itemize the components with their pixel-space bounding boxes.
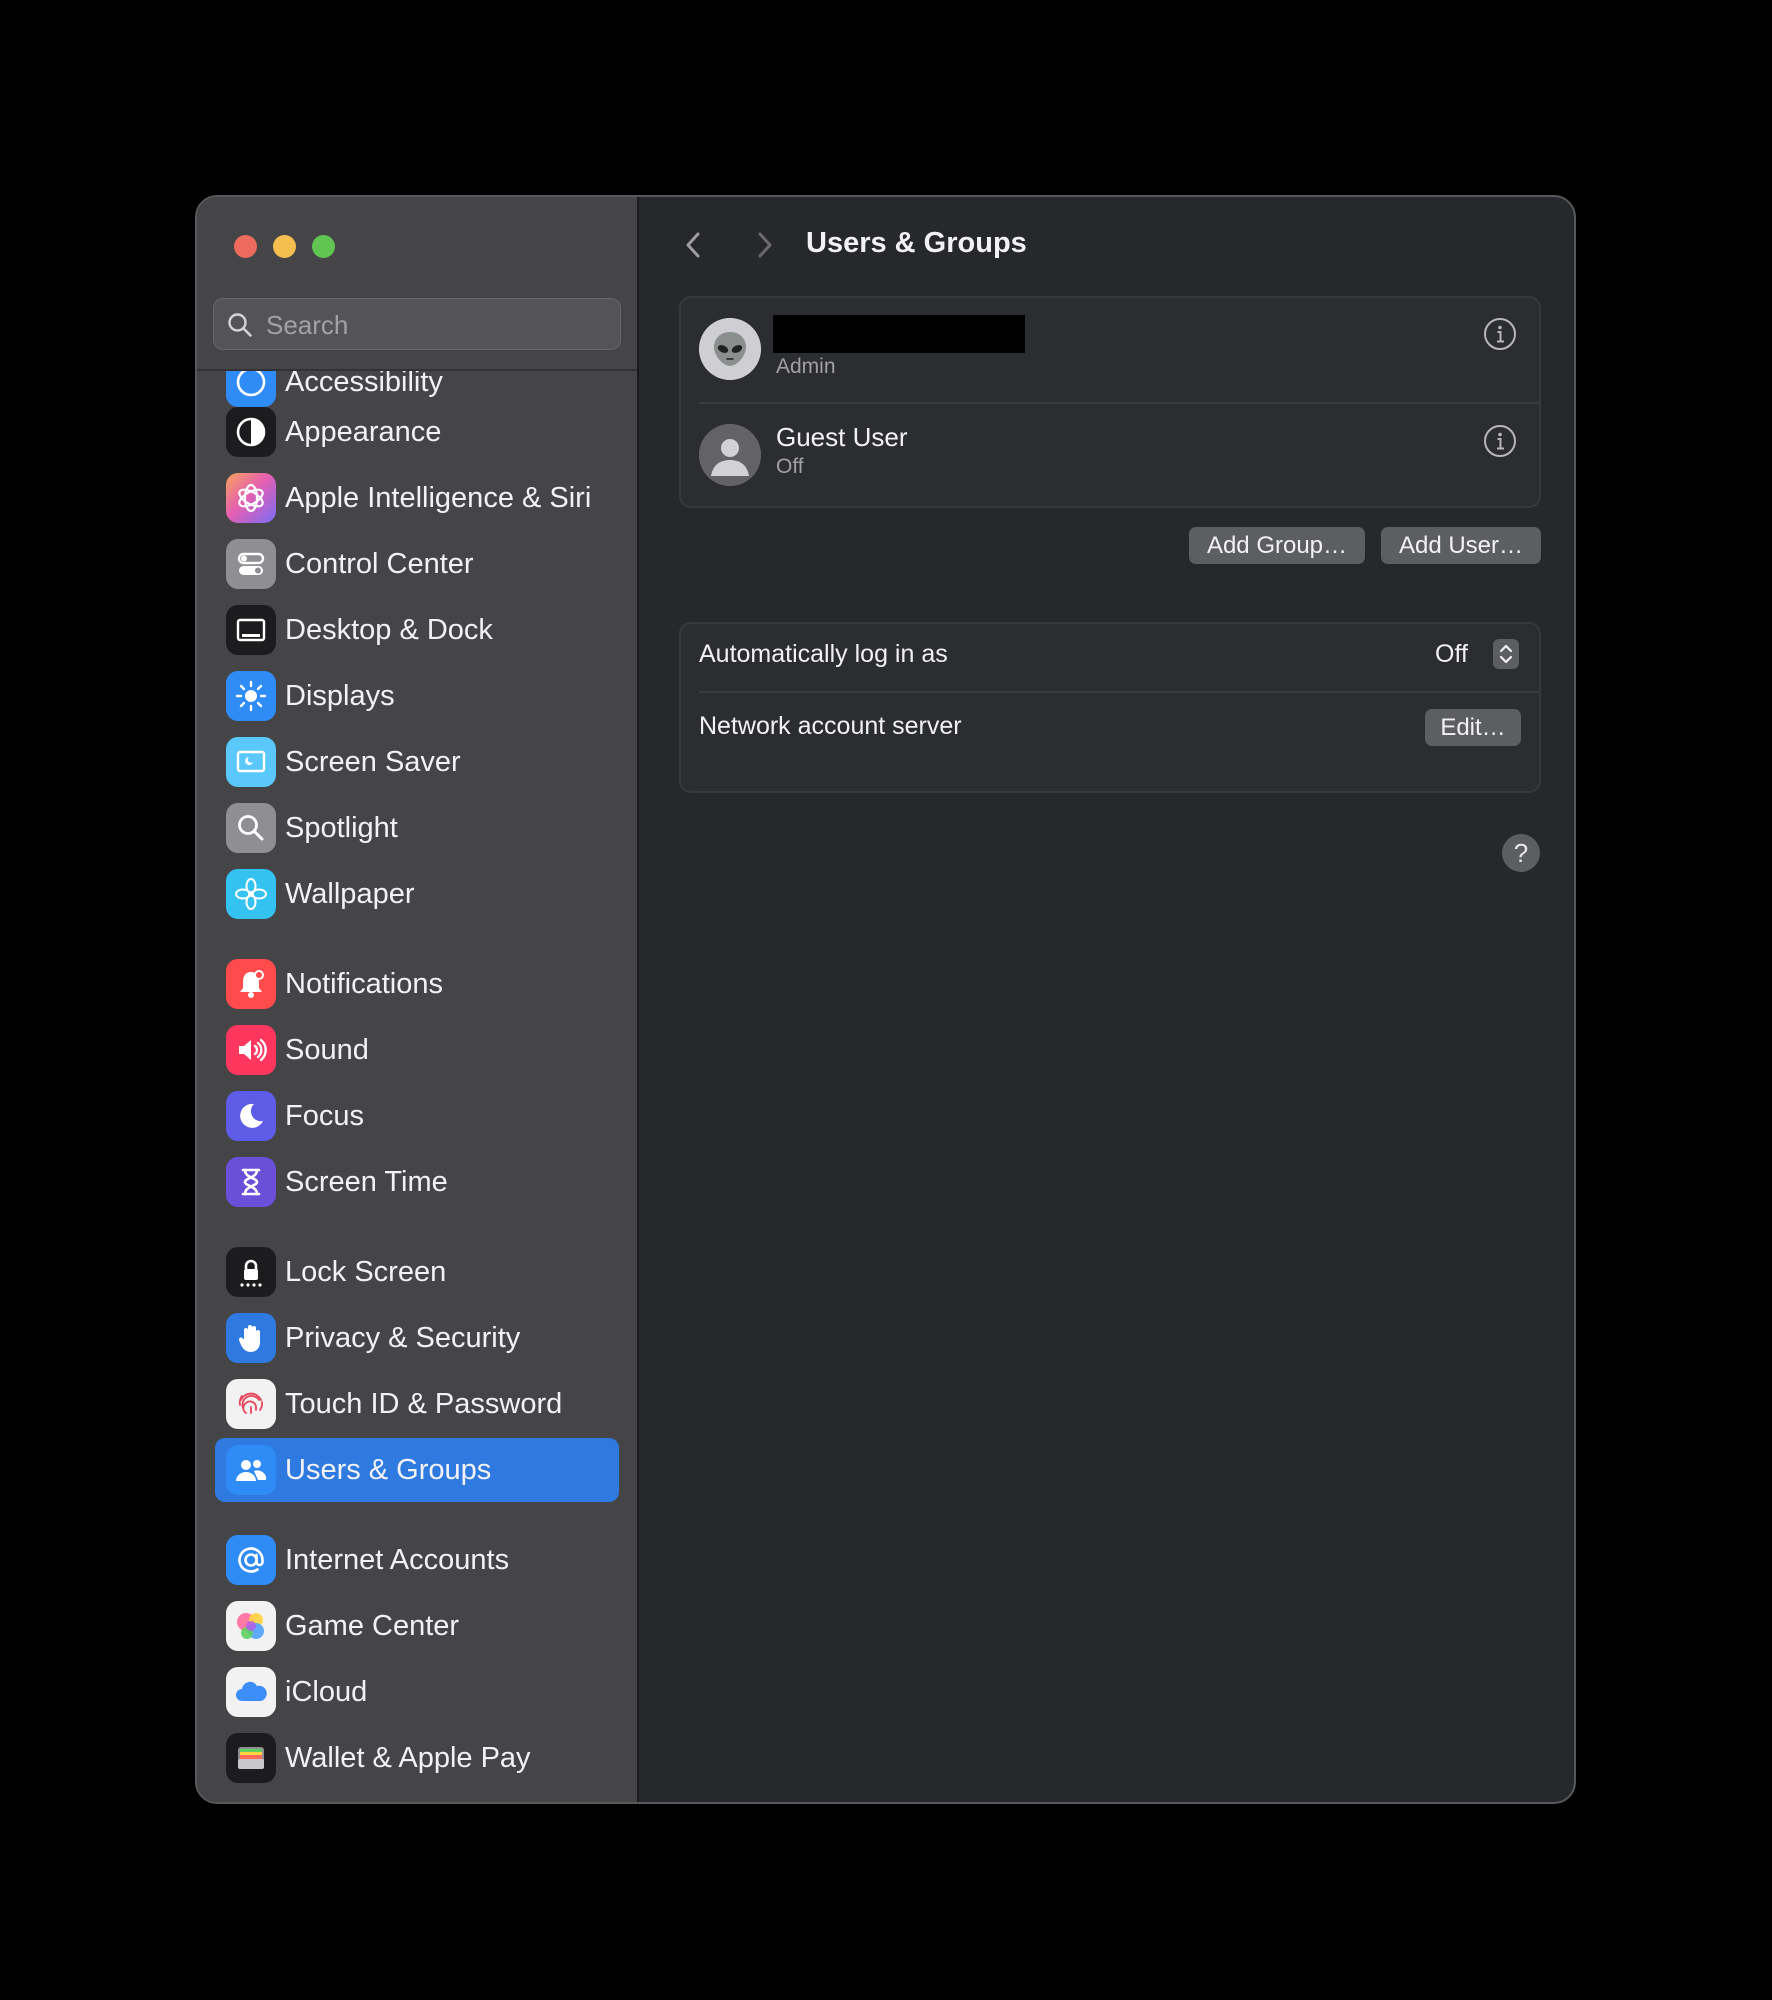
search-input[interactable] (264, 299, 608, 351)
sound-icon (226, 1025, 276, 1075)
sidebar-item-label: Game Center (285, 1610, 460, 1642)
sidebar-item-users-groups[interactable]: Users & Groups (215, 1438, 619, 1502)
sidebar-item-appearance[interactable]: Appearance (215, 400, 619, 464)
users-list: Admin Guest User Off (679, 296, 1541, 508)
sidebar-item-spotlight[interactable]: Spotlight (215, 796, 619, 860)
alien-avatar-icon (699, 318, 761, 380)
generic-user-avatar-icon (699, 424, 761, 486)
sidebar-item-label: Notifications (285, 968, 443, 1000)
sidebar-item-icloud[interactable]: iCloud (215, 1660, 619, 1724)
wallet-icon (226, 1733, 276, 1783)
sidebar-item-label: Focus (285, 1100, 364, 1132)
info-icon[interactable] (1483, 317, 1517, 351)
network-server-label: Network account server (699, 712, 962, 740)
search-icon (228, 313, 252, 337)
zoom-window-button[interactable] (312, 235, 335, 258)
displays-icon (226, 671, 276, 721)
sidebar-item-label: Control Center (285, 548, 474, 580)
add-user-button[interactable]: Add User… (1381, 527, 1541, 564)
redacted-user-name (773, 315, 1025, 353)
auto-login-value: Off (1435, 640, 1468, 668)
sidebar-list: Accessibility Appearance Apple Intellige… (197, 371, 637, 1802)
search-field[interactable] (213, 298, 621, 351)
wallpaper-icon (226, 869, 276, 919)
system-settings-window: Accessibility Appearance Apple Intellige… (195, 195, 1576, 1804)
sidebar-item-displays[interactable]: Displays (215, 664, 619, 728)
login-settings-card: Automatically log in as Off Network acco… (679, 622, 1541, 793)
privacy-hand-icon (226, 1313, 276, 1363)
game-center-icon (226, 1601, 276, 1651)
users-icon (226, 1445, 276, 1495)
user-role: Off (776, 455, 804, 478)
control-center-icon (226, 539, 276, 589)
sidebar-item-label: Screen Time (285, 1166, 448, 1198)
edit-network-server-button[interactable]: Edit… (1425, 709, 1521, 746)
sidebar-item-label: Users & Groups (285, 1454, 492, 1486)
desktop-dock-icon (226, 605, 276, 655)
sidebar-item-label: Appearance (285, 416, 442, 448)
sidebar-item-label: Apple Intelligence & Siri (285, 482, 592, 514)
at-sign-icon (226, 1535, 276, 1585)
user-role: Admin (776, 355, 836, 378)
info-icon[interactable] (1483, 424, 1517, 458)
screen-saver-icon (226, 737, 276, 787)
notifications-icon (226, 959, 276, 1009)
sidebar-item-label: Displays (285, 680, 395, 712)
sidebar-item-label: Internet Accounts (285, 1544, 510, 1576)
main-panel: Users & Groups Admin Guest User Off Add … (639, 197, 1574, 1802)
sidebar-item-touch-id-password[interactable]: Touch ID & Password (215, 1372, 619, 1436)
sidebar-item-screen-time[interactable]: Screen Time (215, 1150, 619, 1214)
focus-icon (226, 1091, 276, 1141)
up-down-stepper-icon (1493, 639, 1519, 669)
sidebar: Accessibility Appearance Apple Intellige… (197, 197, 639, 1802)
lock-screen-icon (226, 1247, 276, 1297)
sidebar-item-label: Lock Screen (285, 1256, 447, 1288)
sidebar-item-apple-intelligence-siri[interactable]: Apple Intelligence & Siri (215, 466, 619, 530)
page-title: Users & Groups (806, 227, 1027, 259)
close-window-button[interactable] (234, 235, 257, 258)
sidebar-item-label: Screen Saver (285, 746, 461, 778)
sidebar-item-label: iCloud (285, 1676, 368, 1708)
user-name: Guest User (776, 422, 908, 452)
help-button[interactable]: ? (1502, 834, 1540, 872)
screen-time-icon (226, 1157, 276, 1207)
sidebar-item-notifications[interactable]: Notifications (215, 952, 619, 1016)
sidebar-item-control-center[interactable]: Control Center (215, 532, 619, 596)
spotlight-icon (226, 803, 276, 853)
sidebar-item-label: Sound (285, 1034, 369, 1066)
apple-intelligence-icon (226, 473, 276, 523)
auto-login-popup[interactable]: Off (1431, 638, 1519, 670)
sidebar-item-desktop-dock[interactable]: Desktop & Dock (215, 598, 619, 662)
user-row-guest[interactable]: Guest User Off (681, 404, 1539, 508)
sidebar-item-screen-saver[interactable]: Screen Saver (215, 730, 619, 794)
sidebar-item-sound[interactable]: Sound (215, 1018, 619, 1082)
back-chevron-icon[interactable] (679, 227, 709, 263)
minimize-window-button[interactable] (273, 235, 296, 258)
sidebar-item-lock-screen[interactable]: Lock Screen (215, 1240, 619, 1304)
sidebar-item-internet-accounts[interactable]: Internet Accounts (215, 1528, 619, 1592)
user-row-admin[interactable]: Admin (681, 298, 1539, 402)
add-group-button[interactable]: Add Group… (1189, 527, 1365, 564)
icloud-icon (226, 1667, 276, 1717)
forward-chevron-icon[interactable] (749, 227, 779, 263)
sidebar-item-privacy-security[interactable]: Privacy & Security (215, 1306, 619, 1370)
sidebar-item-label: Wallet & Apple Pay (285, 1742, 531, 1774)
sidebar-item-wallet-apple-pay[interactable]: Wallet & Apple Pay (215, 1726, 619, 1790)
sidebar-item-wallpaper[interactable]: Wallpaper (215, 862, 619, 926)
sidebar-item-label: Desktop & Dock (285, 614, 493, 646)
sidebar-item-label: Touch ID & Password (285, 1388, 563, 1420)
sidebar-item-label: Wallpaper (285, 878, 415, 910)
sidebar-item-label: Spotlight (285, 812, 398, 844)
fingerprint-icon (226, 1379, 276, 1429)
sidebar-item-focus[interactable]: Focus (215, 1084, 619, 1148)
sidebar-item-game-center[interactable]: Game Center (215, 1594, 619, 1658)
sidebar-item-label: Privacy & Security (285, 1322, 521, 1354)
auto-login-label: Automatically log in as (699, 640, 948, 668)
appearance-icon (226, 407, 276, 457)
row-separator (699, 691, 1539, 693)
